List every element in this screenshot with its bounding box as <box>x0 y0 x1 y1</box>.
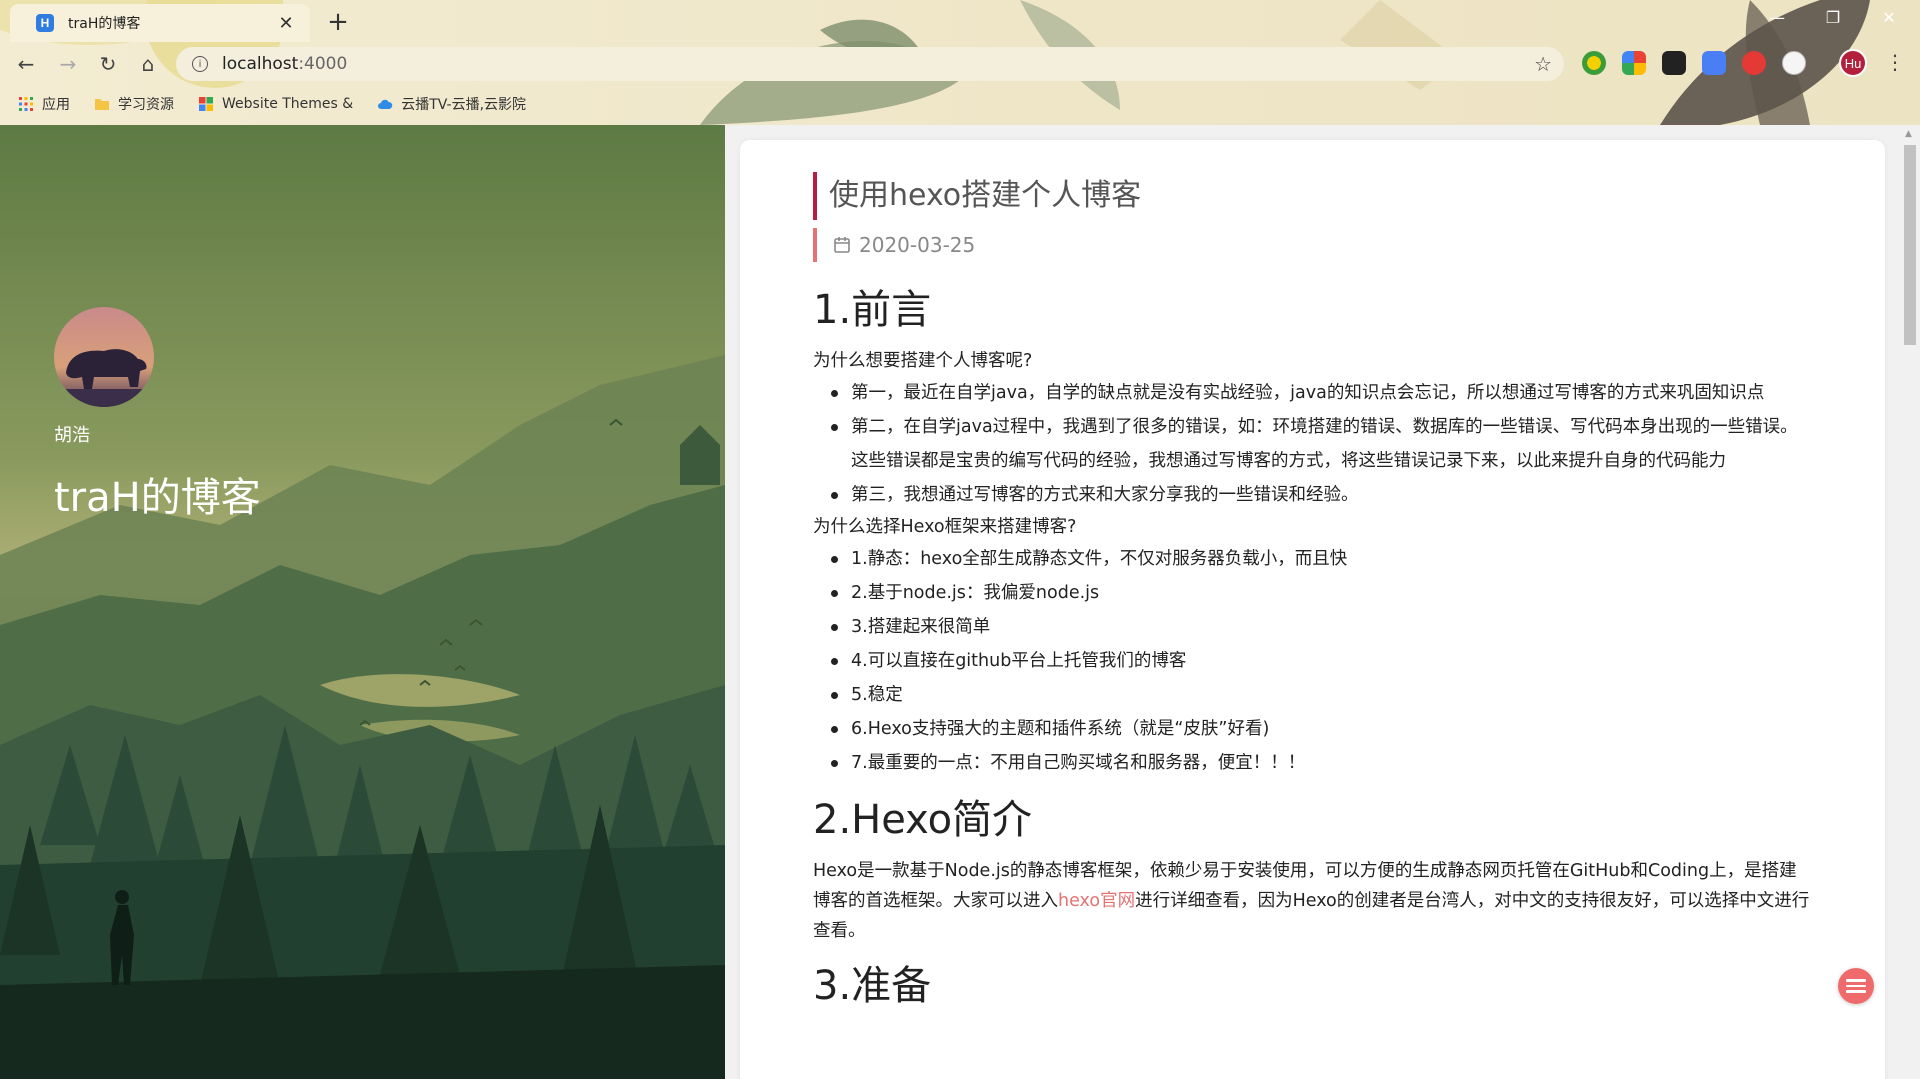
hexo-website-link[interactable]: hexo官网 <box>1058 891 1135 911</box>
apps-grid-icon <box>19 97 33 111</box>
bookmark-website-themes[interactable]: Website Themes & <box>198 96 353 112</box>
extension-3-icon[interactable] <box>1662 51 1686 75</box>
bookmark-star-icon[interactable]: ☆ <box>1534 52 1552 76</box>
forest-landscape-icon <box>0 125 725 1079</box>
back-arrow-icon[interactable]: ← <box>12 50 40 78</box>
hamburger-line <box>1846 979 1866 982</box>
new-tab-button[interactable]: + <box>322 6 354 38</box>
author-avatar[interactable] <box>54 307 154 407</box>
close-window-icon[interactable]: ✕ <box>1869 2 1909 32</box>
section-heading: 1.前言 <box>813 287 932 333</box>
reasons-list: 第一，最近在自学java，自学的缺点就是没有实战经验，java的知识点会忘记，所… <box>813 376 1813 512</box>
section-heading: 2.Hexo简介 <box>813 797 1033 843</box>
list-item: 第三，我想通过写博客的方式来和大家分享我的一些错误和经验。 <box>831 478 1813 512</box>
list-item: 第二，在自学java过程中，我遇到了很多的错误，如：环境搭建的错误、数据库的一些… <box>831 410 1813 478</box>
section-heading: 3.准备 <box>813 963 932 1009</box>
blog-title[interactable]: traH的博客 <box>54 465 261 523</box>
bookmarks-bar: 应用 学习资源 Website Themes & 云播TV-云播,云影院 <box>0 88 1920 120</box>
list-item: 2.基于node.js：我偏爱node.js <box>831 576 1813 610</box>
folder-icon <box>95 99 109 110</box>
restore-icon[interactable]: ❐ <box>1813 2 1853 32</box>
scrollbar-thumb[interactable] <box>1904 145 1916 345</box>
calendar-icon <box>834 237 850 253</box>
list-item: 1.静态：hexo全部生成静态文件，不仅对服务器负载小，而且快 <box>831 542 1813 576</box>
list-item: 7.最重要的一点：不用自己购买域名和服务器，便宜！！！ <box>831 746 1813 780</box>
scroll-up-icon[interactable]: ▲ <box>1905 129 1912 139</box>
tab-title: traH的博客 <box>68 16 141 32</box>
page-scrollbar[interactable]: ▲ <box>1900 125 1920 1079</box>
post-date: 2020-03-25 <box>813 228 975 262</box>
hexo-favicon-icon: H <box>36 14 54 32</box>
colorful-squares-icon <box>199 97 213 111</box>
list-item: 5.稳定 <box>831 678 1813 712</box>
extension-6-icon[interactable] <box>1782 51 1806 75</box>
list-item: 3.搭建起来很简单 <box>831 610 1813 644</box>
browser-chrome: H traH的博客 ✕ + — ❐ ✕ ← → ↻ ⌂ i localhost:… <box>0 0 1920 125</box>
tab-strip: H traH的博客 ✕ + — ❐ ✕ <box>0 0 1920 42</box>
list-item: 6.Hexo支持强大的主题和插件系统（就是“皮肤”好看) <box>831 712 1813 746</box>
bookmark-apps[interactable]: 应用 <box>18 94 70 114</box>
cloud-icon <box>378 99 393 109</box>
post-body: 1.前言 为什么想要搭建个人博客呢? 第一，最近在自学java，自学的缺点就是没… <box>813 280 1813 1022</box>
post-date-text: 2020-03-25 <box>859 233 976 257</box>
extension-2-icon[interactable] <box>1622 51 1646 75</box>
paragraph: 为什么选择Hexo框架来搭建博客? <box>813 517 1077 537</box>
paragraph: 为什么想要搭建个人博客呢? <box>813 351 1033 371</box>
bookmark-label: 学习资源 <box>118 97 174 113</box>
home-icon[interactable]: ⌂ <box>134 50 162 78</box>
list-item: 4.可以直接在github平台上托管我们的博客 <box>831 644 1813 678</box>
profile-avatar[interactable]: Hu <box>1839 49 1867 77</box>
url-host: localhost <box>222 54 299 74</box>
bookmark-label: 云播TV-云播,云影院 <box>401 97 527 113</box>
tab-close-icon[interactable]: ✕ <box>274 13 298 34</box>
bookmark-label: Website Themes & <box>222 96 354 112</box>
author-name: 胡浩 <box>54 425 90 446</box>
hamburger-line <box>1846 984 1866 988</box>
features-list: 1.静态：hexo全部生成静态文件，不仅对服务器负载小，而且快 2.基于node… <box>813 542 1813 780</box>
site-info-icon[interactable]: i <box>192 56 208 72</box>
extension-1-icon[interactable] <box>1582 51 1606 75</box>
paragraph: Hexo是一款基于Node.js的静态博客框架，依赖少易于安装使用，可以方便的生… <box>813 856 1813 946</box>
browser-toolbar: ← → ↻ ⌂ i localhost:4000 ☆ Hu ⋮ <box>0 42 1920 86</box>
bookmark-label: 应用 <box>42 97 70 113</box>
minimize-icon[interactable]: — <box>1757 2 1797 32</box>
bookmark-yunbo-tv[interactable]: 云播TV-云播,云影院 <box>377 94 526 114</box>
post-title: 使用hexo搭建个人博客 <box>813 172 1141 220</box>
bear-avatar-icon <box>54 307 154 407</box>
url-text[interactable]: localhost:4000 <box>222 54 1534 74</box>
tab-active[interactable]: H traH的博客 ✕ <box>10 4 310 42</box>
post-card: 使用hexo搭建个人博客 2020-03-25 1.前言 为什么想要搭建个人博客… <box>740 140 1885 1079</box>
reload-icon[interactable]: ↻ <box>94 50 122 78</box>
menu-toggle-button[interactable] <box>1838 968 1874 1004</box>
extension-4-icon[interactable] <box>1702 51 1726 75</box>
forward-arrow-icon[interactable]: → <box>54 50 82 78</box>
list-item: 第一，最近在自学java，自学的缺点就是没有实战经验，java的知识点会忘记，所… <box>831 376 1813 410</box>
browser-menu-icon[interactable]: ⋮ <box>1885 50 1905 74</box>
address-bar[interactable]: i localhost:4000 ☆ <box>176 47 1564 81</box>
url-port: :4000 <box>298 54 348 74</box>
extension-5-icon[interactable] <box>1742 51 1766 75</box>
bookmark-study-folder[interactable]: 学习资源 <box>94 94 174 114</box>
hamburger-line <box>1846 990 1866 993</box>
blog-sidebar: 胡浩 traH的博客 <box>0 125 725 1079</box>
